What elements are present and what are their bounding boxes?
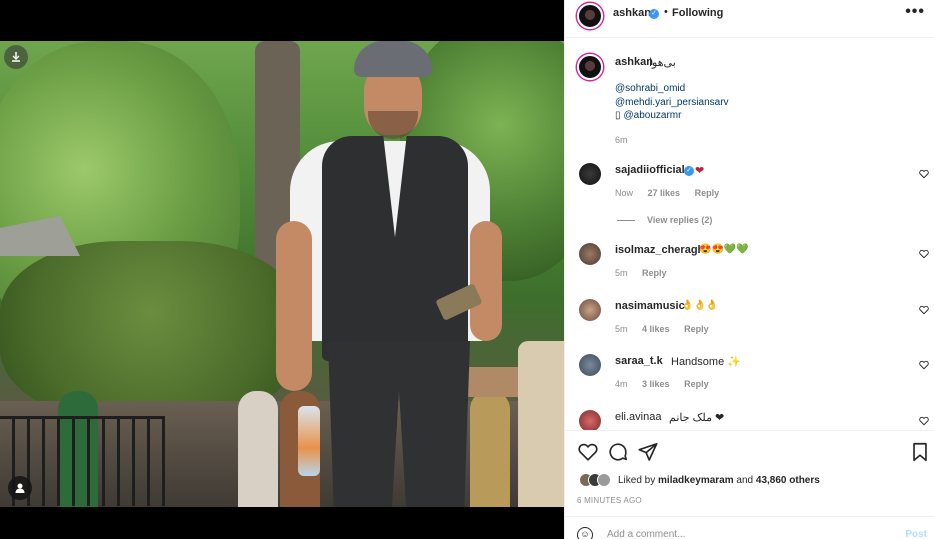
arm: [470, 221, 502, 341]
comment-avatar[interactable]: [579, 410, 601, 430]
comment-username[interactable]: nasimamusic: [615, 300, 685, 312]
user-tag-icon[interactable]: [8, 476, 32, 500]
verified-badge-icon: ✓: [684, 166, 694, 176]
liker-avatar: [597, 473, 611, 487]
replies-divider: [617, 219, 635, 221]
flat-cap: [354, 41, 432, 77]
comment-item: sajadiiofficial ✓ ❤ Now 27 likes Reply: [565, 163, 934, 213]
bystander: [518, 341, 564, 507]
post-time-ago[interactable]: 6 MINUTES AGO: [577, 496, 642, 505]
comment-item: saraa_t.k Handsome ✨ 4m 3 likes Reply: [565, 354, 934, 404]
comment-time[interactable]: 5m: [615, 268, 628, 278]
glyph-box: ▯: [615, 110, 621, 121]
water-bottle: [298, 406, 320, 476]
post-sidebar: ashkan ✓ • Following ••• ashkan بی‌هوا @…: [564, 0, 934, 539]
likes-text: Liked by miladkeymaram and 43,860 others: [618, 475, 820, 486]
comment-username[interactable]: sajadiiofficial: [615, 164, 685, 176]
comment-text: ملک جانم ❤: [669, 412, 725, 424]
heart-icon[interactable]: [577, 441, 599, 463]
comment-input[interactable]: Add a comment...: [607, 529, 685, 539]
caption-text: بی‌هوا: [649, 57, 676, 69]
caption-timestamp[interactable]: 6m: [615, 135, 628, 145]
caption-username[interactable]: ashkan: [615, 56, 653, 68]
author-avatar[interactable]: [577, 54, 603, 80]
comment-avatar[interactable]: [579, 299, 601, 321]
post-actions: Liked by miladkeymaram and 43,860 others…: [565, 430, 934, 539]
view-replies-label: View replies (2): [647, 215, 713, 225]
comment-avatar[interactable]: [579, 243, 601, 265]
share-icon[interactable]: [637, 441, 659, 463]
mention-link[interactable]: ▯ @abouzarmr: [615, 110, 681, 121]
bookmark-icon[interactable]: [909, 441, 931, 463]
comment-likes[interactable]: 4 likes: [642, 324, 670, 334]
comment-item: isolmaz_cheraghi 😍😍💚💚 5m Reply: [565, 243, 934, 293]
man-in-vest: [270, 41, 510, 507]
like-comment-heart-icon[interactable]: [919, 249, 929, 259]
post-header: ashkan ✓ • Following •••: [565, 0, 934, 38]
comment-username[interactable]: saraa_t.k: [615, 355, 663, 367]
more-options-icon[interactable]: •••: [905, 3, 925, 21]
mention-text[interactable]: @abouzarmr: [624, 110, 682, 121]
author-avatar[interactable]: [577, 3, 603, 29]
comment-text: Handsome ✨: [671, 356, 741, 368]
arm: [276, 221, 312, 391]
like-comment-heart-icon[interactable]: [919, 169, 929, 179]
comment-time[interactable]: Now: [615, 188, 633, 198]
reply-button[interactable]: Reply: [695, 188, 720, 198]
comment-username[interactable]: eli.avinaa: [615, 411, 661, 423]
comment-meta: Now 27 likes Reply: [615, 188, 731, 198]
beard: [368, 111, 418, 139]
comment-likes[interactable]: 27 likes: [648, 188, 681, 198]
comment-text: 😍😍💚💚: [699, 244, 749, 255]
post-comment-button[interactable]: Post: [905, 529, 927, 539]
comment-item: nasimamusic 👌👌👌 5m 4 likes Reply: [565, 299, 934, 349]
author-username[interactable]: ashkan: [613, 7, 651, 19]
comment-meta: 4m 3 likes Reply: [615, 379, 721, 389]
like-comment-heart-icon[interactable]: [919, 360, 929, 370]
likes-others[interactable]: 43,860 others: [756, 475, 820, 486]
comment-meta: 5m Reply: [615, 268, 679, 278]
liker-username[interactable]: miladkeymaram: [658, 475, 734, 486]
likes-prefix: Liked by: [618, 474, 659, 486]
following-button[interactable]: Following: [672, 7, 723, 19]
download-icon[interactable]: [4, 45, 28, 69]
like-comment-heart-icon[interactable]: [919, 416, 929, 426]
comment-text: 👌👌👌: [681, 300, 719, 311]
comment-icon[interactable]: [607, 441, 629, 463]
post-media: [0, 0, 564, 539]
reply-button[interactable]: Reply: [684, 324, 709, 334]
like-comment-heart-icon[interactable]: [919, 305, 929, 315]
comment-text: ❤: [695, 165, 705, 177]
comment-avatar[interactable]: [579, 354, 601, 376]
emoji-icon[interactable]: ☺: [577, 527, 593, 539]
likes-middle: and: [733, 474, 756, 486]
view-replies-button[interactable]: View replies (2): [617, 215, 712, 225]
reply-button[interactable]: Reply: [642, 268, 667, 278]
add-comment-bar: ☺ Add a comment... Post: [565, 516, 934, 539]
comment-item: eli.avinaa ملک جانم ❤: [565, 410, 934, 430]
mention-link[interactable]: @mehdi.yari_persiansarv: [615, 97, 729, 108]
comment-likes[interactable]: 3 likes: [642, 379, 670, 389]
comment-time[interactable]: 4m: [615, 379, 628, 389]
comment-meta: 5m 4 likes Reply: [615, 324, 721, 334]
post-photo[interactable]: [0, 41, 564, 507]
mention-link[interactable]: @sohrabi_omid: [615, 83, 685, 94]
separator-dot: •: [664, 6, 668, 18]
verified-badge-icon: ✓: [649, 9, 659, 19]
comment-username[interactable]: isolmaz_cheraghi: [615, 244, 707, 256]
likes-summary: Liked by miladkeymaram and 43,860 others: [579, 473, 820, 487]
reply-button[interactable]: Reply: [684, 379, 709, 389]
comment-avatar[interactable]: [579, 163, 601, 185]
trousers: [328, 341, 470, 507]
comment-time[interactable]: 5m: [615, 324, 628, 334]
